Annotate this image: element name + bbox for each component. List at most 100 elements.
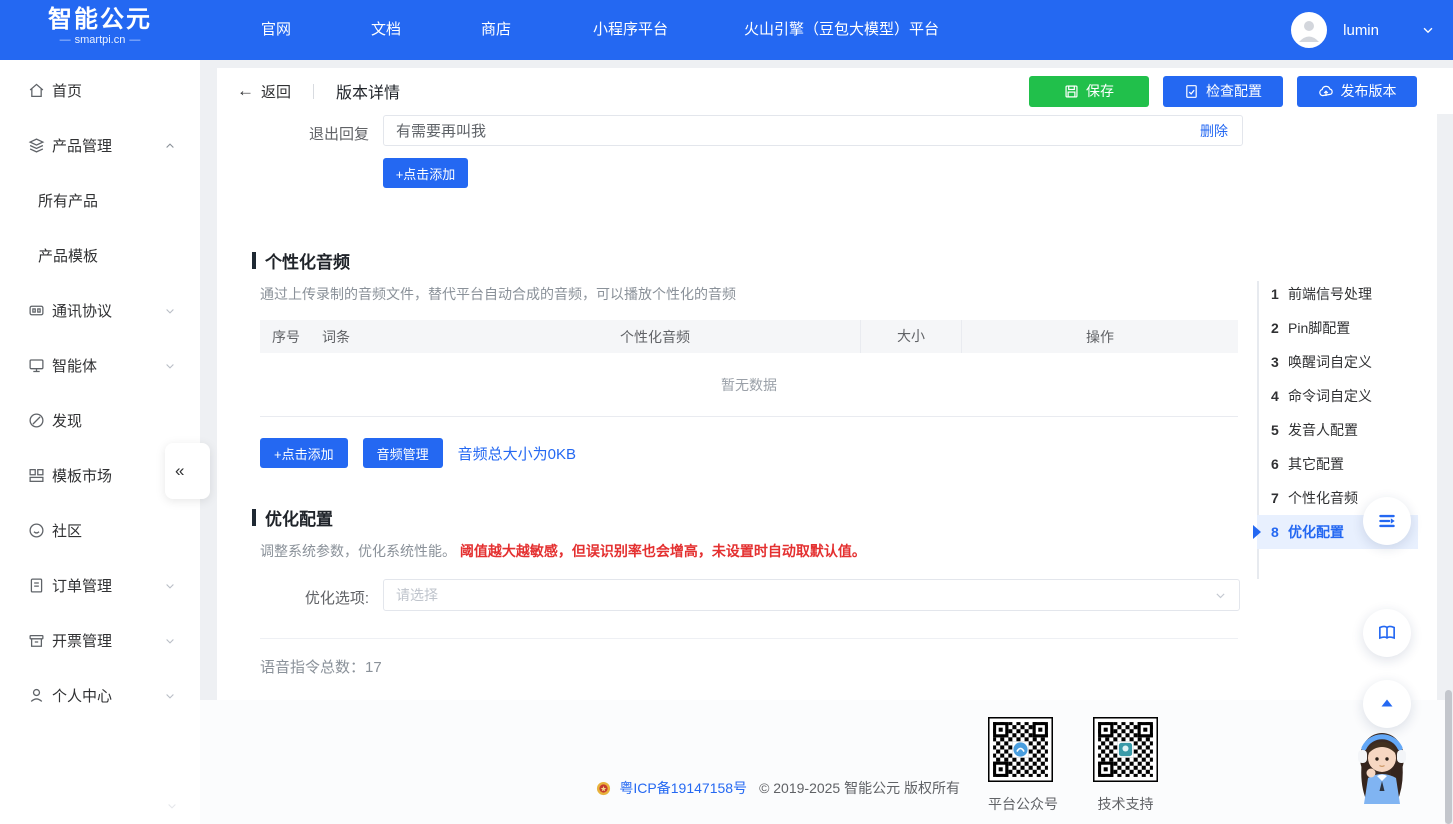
- chevron-down-icon[interactable]: [164, 690, 176, 702]
- sidebar-item-label: 首页: [52, 80, 82, 101]
- vertical-scrollbar-thumb[interactable]: [1445, 690, 1452, 824]
- sidebar-item-label: 通讯协议: [52, 300, 112, 321]
- sidebar-item-invoice-management[interactable]: 开票管理: [0, 613, 200, 668]
- publish-version-button[interactable]: 发布版本: [1297, 76, 1417, 107]
- nav-docs[interactable]: 文档: [371, 0, 401, 60]
- save-icon: [1064, 84, 1079, 99]
- chevron-down-icon[interactable]: [164, 635, 176, 647]
- brand-logo[interactable]: 智能公元 smartpi.cn: [40, 7, 160, 46]
- chevron-down-icon[interactable]: [164, 580, 176, 592]
- qr-code-image: [1093, 717, 1158, 782]
- back-button[interactable]: ← 返回: [237, 81, 291, 102]
- anchor-num: 6: [1271, 456, 1288, 472]
- column-header-word: 词条: [310, 327, 450, 347]
- chevron-down-icon[interactable]: [164, 360, 176, 372]
- monitor-icon: [28, 357, 45, 374]
- qr-code-image: [988, 717, 1053, 782]
- sidebar-item-personal-center[interactable]: 个人中心: [0, 668, 200, 723]
- anchor-label: 唤醒词自定义: [1288, 352, 1372, 372]
- back-arrow-icon: ←: [237, 81, 254, 101]
- nav-official-site[interactable]: 官网: [261, 0, 291, 60]
- exit-reply-add-button[interactable]: +点击添加: [383, 158, 468, 188]
- audio-section-title-text: 个性化音频: [265, 248, 350, 273]
- qr-official-account[interactable]: 平台公众号: [988, 717, 1053, 814]
- sidebar-item-label: 个人中心: [52, 685, 112, 706]
- anchor-num: 8: [1271, 524, 1288, 540]
- save-label: 保存: [1086, 81, 1114, 101]
- sidebar-item-product-templates[interactable]: 产品模板: [0, 228, 200, 283]
- publish-version-label: 发布版本: [1341, 81, 1397, 101]
- anchor-num: 7: [1271, 490, 1288, 506]
- anchor-num: 3: [1271, 354, 1288, 370]
- sidebar-item-community[interactable]: 社区: [0, 503, 200, 558]
- chevron-up-icon[interactable]: [164, 140, 176, 152]
- anchor-item-6[interactable]: 6其它配置: [1257, 447, 1418, 481]
- anchor-item-2[interactable]: 2Pin脚配置: [1257, 311, 1418, 345]
- optimize-option-select[interactable]: 请选择: [383, 579, 1240, 611]
- brand-subtitle: smartpi.cn: [40, 34, 160, 46]
- cloud-upload-icon: [1318, 83, 1334, 99]
- optimize-section-description: 调整系统参数，优化系统性能。 阈值越大越敏感，但误识别率也会增高，未设置时自动取…: [260, 541, 866, 561]
- username[interactable]: lumin: [1343, 22, 1379, 39]
- audio-table: 序号 词条 个性化音频 大小 操作 暂无数据: [260, 320, 1238, 417]
- anchor-label: 发音人配置: [1288, 420, 1358, 440]
- optimize-description-warning: 阈值越大越敏感，但误识别率也会增高，未设置时自动取默认值。: [460, 543, 866, 559]
- user-area: lumin: [1291, 0, 1435, 60]
- nav-miniprogram-platform[interactable]: 小程序平台: [593, 0, 668, 60]
- anchor-label: 优化配置: [1288, 522, 1344, 542]
- icp-link[interactable]: 粤ICP备19147158号: [619, 778, 747, 798]
- sidebar-item-order-management[interactable]: 订单管理: [0, 558, 200, 613]
- sidebar-collapse-button[interactable]: «: [165, 443, 210, 499]
- chevron-down-icon: [1214, 589, 1227, 602]
- voice-total-value: 17: [365, 659, 382, 676]
- anchor-item-3[interactable]: 3唤醒词自定义: [1257, 345, 1418, 379]
- nav-volcengine-platform[interactable]: 火山引擎（豆包大模型）平台: [744, 0, 939, 60]
- invoice-icon: [28, 632, 45, 649]
- page: 智能公元 smartpi.cn 官网 文档 商店 小程序平台 火山引擎（豆包大模…: [0, 0, 1453, 824]
- qr-tech-support[interactable]: 技术支持: [1093, 717, 1158, 814]
- sidebar-item-product-management[interactable]: 产品管理: [0, 118, 200, 173]
- police-badge-icon: [596, 781, 611, 796]
- collapse-icon: «: [175, 461, 184, 481]
- check-config-button[interactable]: 检查配置: [1163, 76, 1283, 107]
- user-icon: [28, 687, 45, 704]
- audio-add-button[interactable]: +点击添加: [260, 438, 348, 468]
- copyright-row: 粤ICP备19147158号 © 2019-2025 智能公元 版权所有: [200, 778, 960, 798]
- chevron-down-icon[interactable]: [164, 305, 176, 317]
- customer-service-mascot[interactable]: [1338, 718, 1426, 810]
- sidebar-item-communication-protocol[interactable]: 通讯协议: [0, 283, 200, 338]
- anchor-item-4[interactable]: 4命令词自定义: [1257, 379, 1418, 413]
- sidebar-item-all-products[interactable]: 所有产品: [0, 173, 200, 228]
- chevron-down-icon[interactable]: [166, 799, 178, 817]
- anchor-item-5[interactable]: 5发音人配置: [1257, 413, 1418, 447]
- column-header-size: 大小: [860, 320, 962, 353]
- sidebar-item-label: 产品模板: [38, 245, 98, 266]
- save-button[interactable]: 保存: [1029, 76, 1149, 107]
- version-detail-panel: 退出回复 删除 +点击添加 个性化音频 通过上传录制的音频文件，替代平台自动合成…: [217, 114, 1437, 700]
- sidebar-item-agent[interactable]: 智能体: [0, 338, 200, 393]
- anchor-label: 前端信号处理: [1288, 284, 1372, 304]
- anchor-label: 其它配置: [1288, 454, 1344, 474]
- column-header-audio: 个性化音频: [450, 327, 860, 347]
- docs-book-button[interactable]: [1363, 609, 1411, 657]
- exit-reply-input[interactable]: [384, 122, 1200, 139]
- brand-title: 智能公元: [40, 7, 160, 33]
- voice-command-total: 语音指令总数：17: [260, 656, 382, 677]
- toolbar-buttons: 保存 检查配置 发布版本: [1029, 76, 1417, 107]
- nav-store[interactable]: 商店: [481, 0, 511, 60]
- avatar[interactable]: [1291, 12, 1327, 48]
- document-check-icon: [1184, 84, 1199, 99]
- book-icon: [1376, 622, 1398, 644]
- audio-buttons-row: +点击添加 音频管理 音频总大小为0KB: [260, 438, 576, 468]
- anchor-item-1[interactable]: 1前端信号处理: [1257, 277, 1418, 311]
- chevron-down-icon[interactable]: [1421, 23, 1435, 37]
- delete-link[interactable]: 删除: [1200, 121, 1228, 141]
- audio-manage-button[interactable]: 音频管理: [363, 438, 443, 468]
- sidebar-item-discover[interactable]: 发现: [0, 393, 200, 448]
- anchor-list-button[interactable]: [1363, 497, 1411, 545]
- sidebar-item-home[interactable]: 首页: [0, 63, 200, 118]
- anchor-num: 2: [1271, 320, 1288, 336]
- community-icon: [28, 522, 45, 539]
- layers-icon: [28, 137, 45, 154]
- template-icon: [28, 467, 45, 484]
